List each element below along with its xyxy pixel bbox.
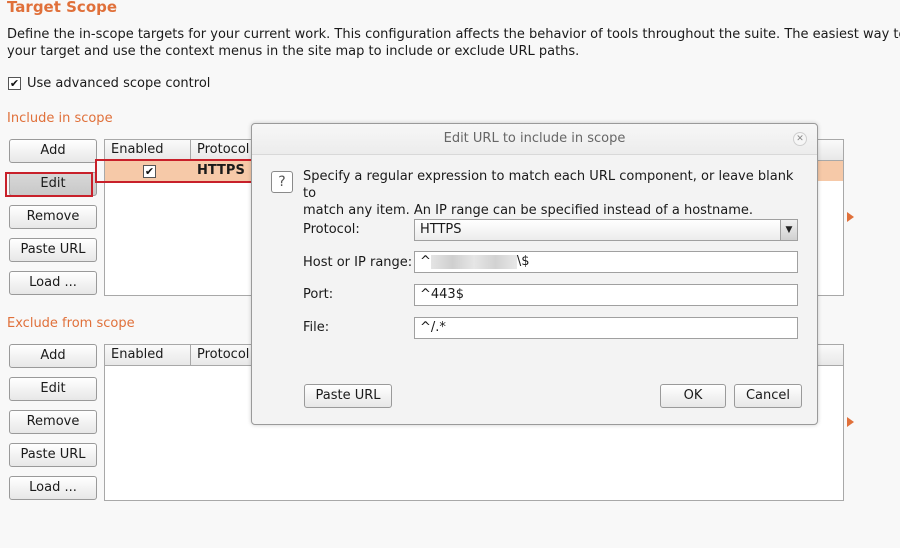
exclude-expand-arrow-icon[interactable] bbox=[847, 417, 854, 427]
port-label: Port: bbox=[303, 287, 334, 302]
instructions-line-2: match any item. An IP range can be speci… bbox=[303, 203, 754, 218]
host-suffix: \$ bbox=[516, 254, 530, 269]
cancel-button[interactable]: Cancel bbox=[734, 384, 802, 408]
include-add-button[interactable]: Add bbox=[9, 139, 97, 163]
ok-button[interactable]: OK bbox=[660, 384, 726, 408]
help-icon: ? bbox=[271, 171, 293, 193]
exclude-col-enabled[interactable]: Enabled bbox=[105, 345, 191, 365]
protocol-selected-value: HTTPS bbox=[420, 222, 462, 237]
host-prefix: ^ bbox=[420, 254, 431, 269]
description-line-2: your target and use the context menus in… bbox=[7, 44, 580, 59]
edit-url-dialog: Edit URL to include in scope ✕ ? Specify… bbox=[251, 123, 818, 425]
include-col-enabled[interactable]: Enabled bbox=[105, 140, 191, 160]
row-highlight-box bbox=[95, 159, 255, 183]
host-label: Host or IP range: bbox=[303, 255, 413, 270]
description-line-1: Define the in-scope targets for your cur… bbox=[7, 27, 900, 42]
dialog-instructions: Specify a regular expression to match ea… bbox=[303, 168, 803, 219]
page-title: Target Scope bbox=[7, 0, 118, 16]
chevron-down-icon[interactable]: ▼ bbox=[780, 220, 797, 240]
advanced-scope-label: Use advanced scope control bbox=[27, 76, 211, 91]
exclude-edit-button[interactable]: Edit bbox=[9, 377, 97, 401]
host-input[interactable]: ^ \$ bbox=[414, 251, 798, 273]
page-description: Define the in-scope targets for your cur… bbox=[7, 26, 900, 60]
include-paste-url-button[interactable]: Paste URL bbox=[9, 238, 97, 262]
redacted-host bbox=[430, 254, 517, 269]
exclude-heading: Exclude from scope bbox=[7, 316, 135, 331]
dialog-paste-url-button[interactable]: Paste URL bbox=[304, 384, 392, 408]
include-remove-button[interactable]: Remove bbox=[9, 205, 97, 229]
advanced-scope-checkbox[interactable]: ✔ bbox=[8, 77, 21, 90]
include-heading: Include in scope bbox=[7, 111, 113, 126]
dialog-title: Edit URL to include in scope bbox=[252, 124, 817, 155]
instructions-line-1: Specify a regular expression to match ea… bbox=[303, 169, 794, 201]
close-icon[interactable]: ✕ bbox=[793, 132, 807, 146]
file-input[interactable]: ^/.* bbox=[414, 317, 798, 339]
protocol-label: Protocol: bbox=[303, 222, 360, 237]
file-label: File: bbox=[303, 320, 330, 335]
include-expand-arrow-icon[interactable] bbox=[847, 212, 854, 222]
edit-highlight-box bbox=[5, 172, 93, 197]
exclude-add-button[interactable]: Add bbox=[9, 344, 97, 368]
port-input[interactable]: ^443$ bbox=[414, 284, 798, 306]
protocol-select[interactable]: HTTPS ▼ bbox=[414, 219, 798, 241]
exclude-paste-url-button[interactable]: Paste URL bbox=[9, 443, 97, 467]
advanced-scope-control[interactable]: ✔ Use advanced scope control bbox=[8, 76, 210, 91]
exclude-load-button[interactable]: Load ... bbox=[9, 476, 97, 500]
exclude-remove-button[interactable]: Remove bbox=[9, 410, 97, 434]
include-load-button[interactable]: Load ... bbox=[9, 271, 97, 295]
